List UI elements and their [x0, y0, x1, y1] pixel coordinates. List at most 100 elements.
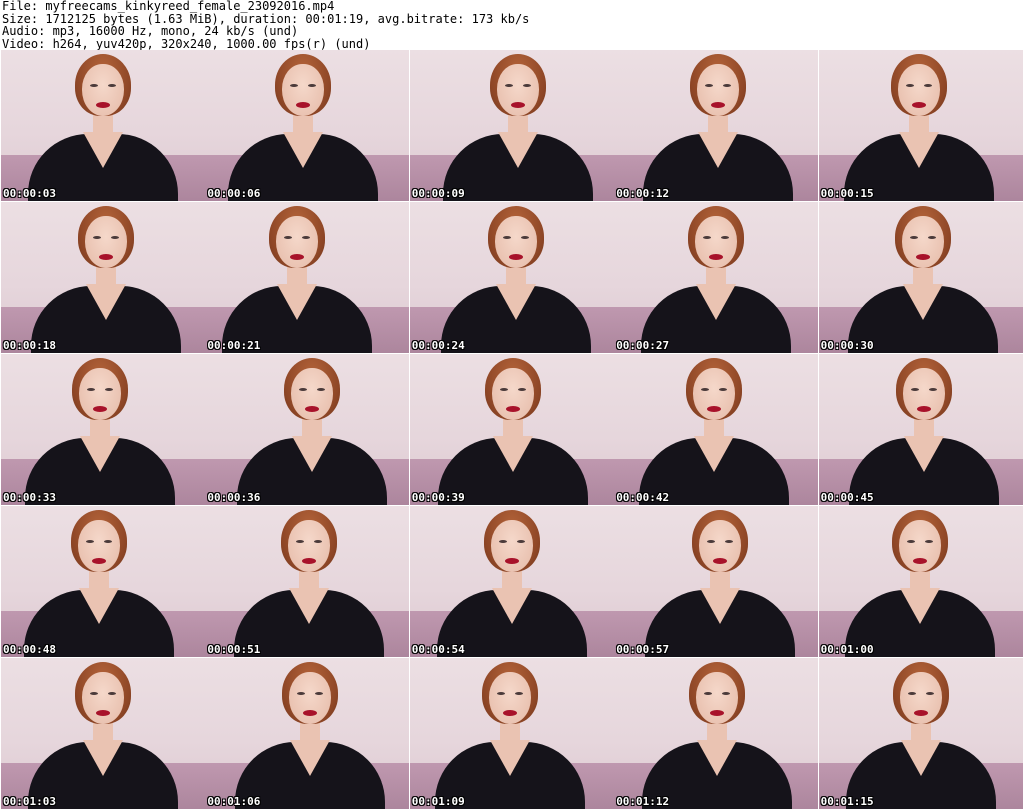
person-face	[693, 368, 736, 420]
thumbnail-timestamp: 00:00:12	[616, 187, 670, 200]
thumbnail-timestamp: 00:00:48	[3, 643, 56, 656]
person-eye	[111, 236, 119, 239]
person-lips	[96, 102, 110, 108]
person-lips	[911, 102, 926, 108]
thumbnail: 00:00:45	[818, 354, 1023, 505]
person-eye	[520, 236, 529, 239]
v-neckline	[290, 740, 331, 776]
person-lips	[92, 558, 106, 564]
v-neckline	[86, 284, 126, 320]
person-eye	[499, 388, 508, 391]
thumbnail: 00:00:18	[1, 202, 205, 353]
thumbnail: 00:00:21	[205, 202, 410, 353]
v-neckline	[898, 132, 939, 168]
person-face	[82, 64, 124, 116]
person-eye	[105, 388, 113, 391]
thumbnail-timestamp: 00:01:06	[207, 795, 261, 808]
thumbnail-timestamp: 00:00:57	[616, 643, 670, 656]
v-neckline	[694, 436, 735, 472]
person-eye	[498, 540, 507, 543]
thumbnail: 00:01:09	[409, 658, 614, 809]
thumbnail-timestamp: 00:00:42	[616, 491, 670, 504]
thumbnail: 00:00:36	[205, 354, 410, 505]
v-neckline	[491, 588, 532, 624]
person-face	[82, 672, 124, 724]
thumbnail: 00:00:48	[1, 506, 205, 657]
person-eye	[516, 540, 525, 543]
thumbnail: 00:01:03	[1, 658, 205, 809]
person-lips	[93, 406, 107, 412]
person-eye	[93, 236, 101, 239]
person-face	[899, 672, 942, 724]
thumbnail-timestamp: 00:00:51	[207, 643, 261, 656]
thumbnail: 00:00:33	[1, 354, 205, 505]
person-face	[696, 672, 739, 724]
thumbnail-timestamp: 00:01:09	[411, 795, 465, 808]
thumbnail-timestamp: 00:00:15	[820, 187, 874, 200]
thumbnail: 00:00:54	[409, 506, 614, 657]
person-eye	[928, 388, 937, 391]
v-neckline	[697, 740, 738, 776]
thumbnail-timestamp: 00:01:03	[3, 795, 56, 808]
thumbnail: 00:00:06	[205, 50, 410, 201]
person-eye	[90, 84, 98, 87]
person-lips	[96, 710, 110, 716]
person-lips	[504, 558, 519, 564]
person-eye	[502, 236, 511, 239]
person-face	[699, 520, 742, 572]
person-eye	[90, 692, 98, 695]
thumbnail-timestamp: 00:00:45	[820, 491, 874, 504]
person-lips	[915, 254, 930, 260]
thumbnail-timestamp: 00:00:21	[207, 339, 261, 352]
v-neckline	[79, 588, 119, 624]
v-neckline	[289, 588, 330, 624]
audio-info-line: Audio: mp3, 16000 Hz, mono, 24 kb/s (und…	[2, 24, 299, 38]
person-face	[488, 672, 531, 724]
v-neckline	[283, 132, 324, 168]
person-eye	[108, 84, 116, 87]
person-face	[78, 520, 120, 572]
thumbnail: 00:01:12	[614, 658, 819, 809]
v-neckline	[698, 132, 739, 168]
person-eye	[504, 84, 513, 87]
person-face	[897, 64, 940, 116]
v-neckline	[292, 436, 333, 472]
person-face	[496, 64, 539, 116]
thumbnail-timestamp: 00:01:15	[820, 795, 874, 808]
thumbnail: 00:01:06	[205, 658, 410, 809]
person-lips	[99, 254, 113, 260]
person-eye	[522, 84, 531, 87]
v-neckline	[899, 588, 940, 624]
thumbnail-timestamp: 00:00:27	[616, 339, 670, 352]
v-neckline	[696, 284, 737, 320]
v-neckline	[497, 132, 538, 168]
person-face	[79, 368, 121, 420]
person-face	[898, 520, 941, 572]
thumbnail: 00:00:39	[409, 354, 614, 505]
thumbnail-timestamp: 00:00:09	[411, 187, 465, 200]
thumbnail: 00:01:00	[818, 506, 1023, 657]
thumbnail-timestamp: 00:01:00	[820, 643, 874, 656]
file-info-header: File: myfreecams_kinkyreed_female_230920…	[2, 0, 1022, 50]
thumbnail: 00:01:15	[818, 658, 1023, 809]
person-face	[490, 520, 533, 572]
person-eye	[104, 540, 112, 543]
video-info-line: Video: h264, yuv420p, 320x240, 1000.00 f…	[2, 36, 371, 51]
thumbnail-timestamp: 00:00:36	[207, 491, 261, 504]
thumbnail-timestamp: 00:00:33	[3, 491, 56, 504]
thumbnail-timestamp: 00:00:24	[411, 339, 465, 352]
person-eye	[905, 84, 914, 87]
person-lips	[912, 558, 927, 564]
person-lips	[505, 406, 520, 412]
person-lips	[913, 710, 928, 716]
person-face	[494, 216, 537, 268]
v-neckline	[495, 284, 536, 320]
thumbnail: 00:00:03	[1, 50, 205, 201]
person-eye	[925, 692, 934, 695]
thumbnail-timestamp: 00:00:18	[3, 339, 56, 352]
v-neckline	[700, 588, 741, 624]
v-neckline	[489, 740, 530, 776]
person-eye	[924, 540, 933, 543]
person-eye	[496, 692, 505, 695]
person-lips	[510, 102, 525, 108]
